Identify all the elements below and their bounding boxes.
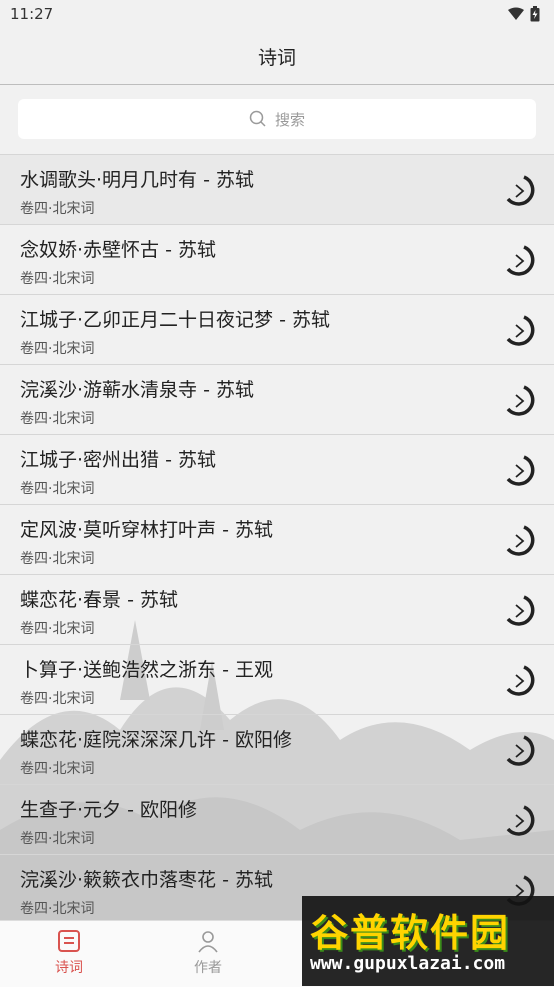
poem-subtitle: 卷四·北宋词 [20,481,95,497]
poem-title: 蝶恋花·春景 - 苏轼 [20,589,178,611]
poem-list-item[interactable]: 生查子·元夕 - 欧阳修 卷四·北宋词 [0,785,554,855]
app-header: 诗词 [0,28,554,85]
poem-list: 水调歌头·明月几时有 - 苏轼 卷四·北宋词 念奴娇·赤壁怀古 - 苏轼 卷四·… [0,154,554,925]
arrow-circle-icon[interactable] [502,523,538,559]
search-placeholder: 搜索 [274,110,305,129]
poem-title: 定风波·莫听穿林打叶声 - 苏轼 [20,519,273,541]
tab-authors[interactable]: 作者 [168,929,248,977]
poem-title: 生查子·元夕 - 欧阳修 [20,799,197,821]
poem-subtitle: 卷四·北宋词 [20,271,95,287]
poem-subtitle: 卷四·北宋词 [20,691,95,707]
poem-title: 蝶恋花·庭院深深深几许 - 欧阳修 [20,729,292,751]
arrow-circle-icon[interactable] [502,173,538,209]
poem-subtitle: 卷四·北宋词 [20,621,95,637]
arrow-circle-icon[interactable] [502,453,538,489]
poem-title: 水调歌头·明月几时有 - 苏轼 [20,169,254,191]
search-input[interactable]: 搜索 [18,99,536,139]
arrow-circle-icon[interactable] [502,383,538,419]
poem-subtitle: 卷四·北宋词 [20,831,95,847]
search-icon [249,110,266,127]
poem-list-item[interactable]: 定风波·莫听穿林打叶声 - 苏轼 卷四·北宋词 [0,505,554,575]
wifi-icon [508,7,524,20]
poem-list-item[interactable]: 蝶恋花·春景 - 苏轼 卷四·北宋词 [0,575,554,645]
poem-list-item[interactable]: 水调歌头·明月几时有 - 苏轼 卷四·北宋词 [0,155,554,225]
poem-list-item[interactable]: 江城子·密州出猎 - 苏轼 卷四·北宋词 [0,435,554,505]
status-time: 11:27 [10,5,54,23]
poem-subtitle: 卷四·北宋词 [20,201,95,217]
battery-icon [530,6,540,22]
person-icon [198,931,218,953]
poem-subtitle: 卷四·北宋词 [20,761,95,777]
poem-title: 念奴娇·赤壁怀古 - 苏轼 [20,239,216,261]
watermark-title: 谷普软件园 [310,911,511,955]
poem-list-item[interactable]: 卜算子·送鲍浩然之浙东 - 王观 卷四·北宋词 [0,645,554,715]
arrow-circle-icon[interactable] [502,243,538,279]
poem-subtitle: 卷四·北宋词 [20,551,95,567]
poem-title: 江城子·密州出猎 - 苏轼 [20,449,216,471]
poem-title: 江城子·乙卯正月二十日夜记梦 - 苏轼 [20,309,330,331]
poem-title: 浣溪沙·簌簌衣巾落枣花 - 苏轼 [20,869,273,891]
poem-title: 浣溪沙·游蕲水清泉寺 - 苏轼 [20,379,254,401]
arrow-circle-icon[interactable] [502,593,538,629]
tab-poems-label: 诗词 [55,960,83,976]
status-bar: 11:27 [0,0,554,28]
site-watermark: 谷普软件园 www.gupuxlazai.com [302,896,554,986]
poem-list-item[interactable]: 念奴娇·赤壁怀古 - 苏轼 卷四·北宋词 [0,225,554,295]
arrow-circle-icon[interactable] [502,313,538,349]
poem-title: 卜算子·送鲍浩然之浙东 - 王观 [20,659,273,681]
arrow-circle-icon[interactable] [502,733,538,769]
poem-list-item[interactable]: 蝶恋花·庭院深深深几许 - 欧阳修 卷四·北宋词 [0,715,554,785]
page-title: 诗词 [257,46,296,69]
poem-subtitle: 卷四·北宋词 [20,901,95,917]
tab-authors-label: 作者 [194,960,222,976]
arrow-circle-icon[interactable] [502,803,538,839]
watermark-url: www.gupuxlazai.com [310,953,506,974]
poems-book-icon [58,930,80,952]
poem-subtitle: 卷四·北宋词 [20,341,95,357]
tab-poems[interactable]: 诗词 [29,929,109,977]
poem-subtitle: 卷四·北宋词 [20,411,95,427]
poem-list-item[interactable]: 浣溪沙·游蕲水清泉寺 - 苏轼 卷四·北宋词 [0,365,554,435]
poem-list-item[interactable]: 江城子·乙卯正月二十日夜记梦 - 苏轼 卷四·北宋词 [0,295,554,365]
arrow-circle-icon[interactable] [502,663,538,699]
